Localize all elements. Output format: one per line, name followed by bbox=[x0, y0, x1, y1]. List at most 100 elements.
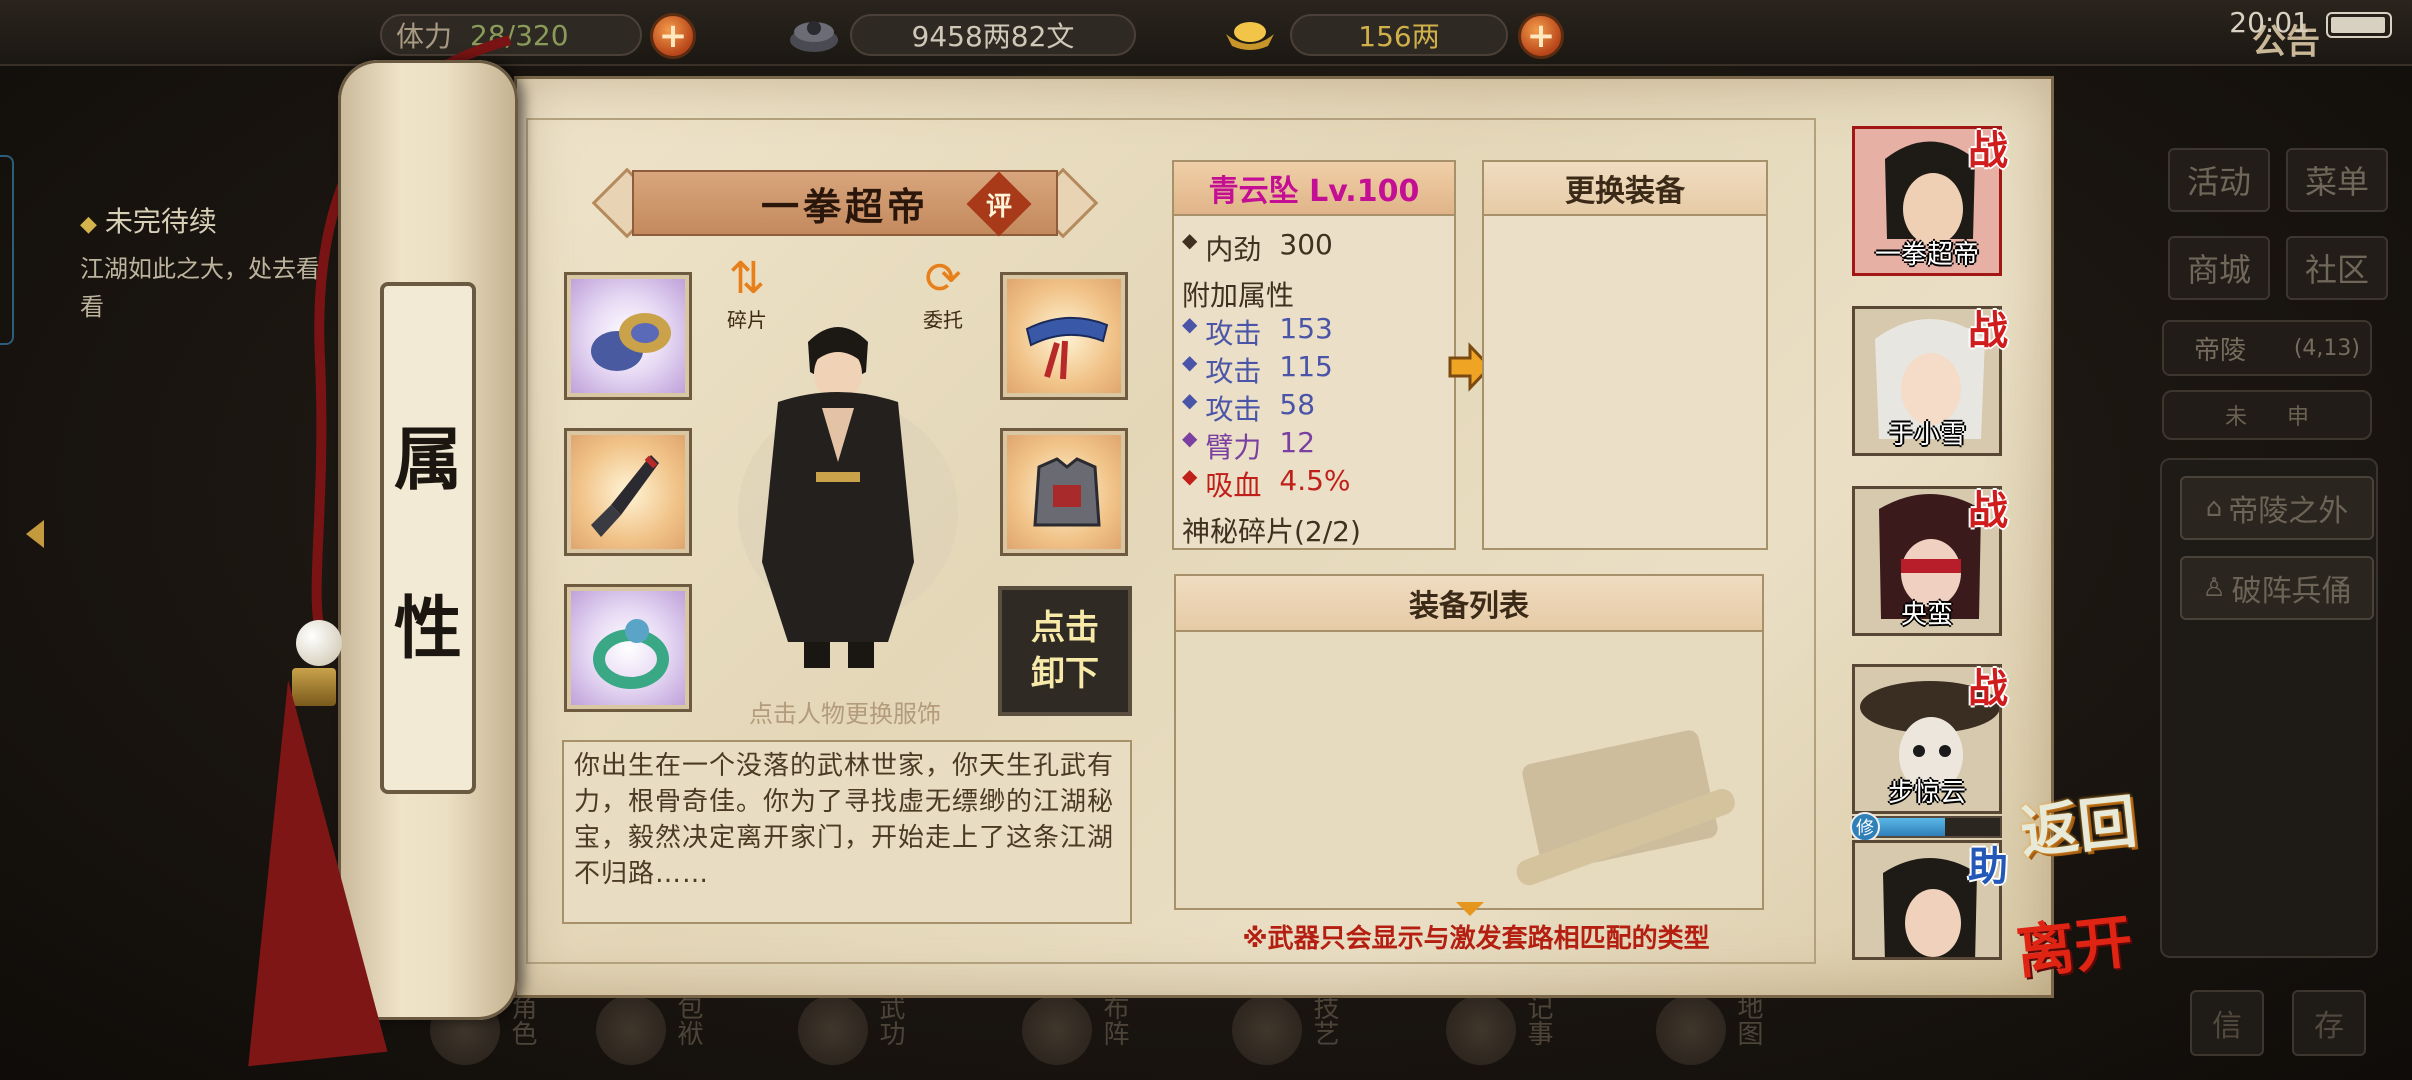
terracotta-soldier-button[interactable]: ♙ 破阵兵俑 bbox=[2180, 556, 2374, 620]
slot-armor[interactable] bbox=[1000, 428, 1128, 556]
person-icon: ♙ bbox=[2202, 573, 2226, 603]
time-compass: 未 申 bbox=[2162, 390, 2372, 440]
stat-row: ◆ 攻击 153 bbox=[1182, 312, 1333, 352]
slot-accessory[interactable] bbox=[564, 584, 692, 712]
stat-base: ◆ 内劲 300 bbox=[1182, 228, 1333, 268]
nav-bag[interactable]: 包袱 bbox=[596, 990, 707, 1070]
money-pill: 9458两82文 bbox=[850, 14, 1136, 56]
party-name: 于小雪 bbox=[1887, 420, 1966, 450]
headband-icon bbox=[1025, 316, 1109, 380]
unequip-line1: 点击 bbox=[1031, 608, 1099, 648]
entrust-cycle-icon: ⟳ bbox=[924, 253, 962, 304]
location-name: 帝陵 bbox=[2194, 335, 2247, 366]
diamond-icon: ◆ bbox=[1182, 388, 1198, 412]
slot-headband[interactable] bbox=[1000, 272, 1128, 400]
battle-badge: 战 bbox=[1968, 127, 2008, 174]
stat-fragment: 神秘碎片(2/2) bbox=[1182, 510, 1361, 550]
armor-icon bbox=[1033, 457, 1101, 527]
stat-fragment-text: 神秘碎片(2/2) bbox=[1182, 515, 1361, 548]
stat-value: 115 bbox=[1279, 350, 1333, 383]
scroll-down-indicator-icon[interactable] bbox=[1456, 902, 1484, 916]
party-name: 央蛮 bbox=[1900, 600, 1953, 630]
blade-icon bbox=[591, 455, 659, 537]
diamond-icon: ◆ bbox=[1182, 228, 1198, 252]
nav-skills[interactable]: 技艺 bbox=[1232, 990, 1343, 1070]
money-value: 9458两82文 bbox=[911, 20, 1075, 53]
skills-icon bbox=[1232, 995, 1302, 1065]
nav-martial[interactable]: 武功 bbox=[798, 990, 909, 1070]
leave-button[interactable]: 离开 bbox=[2012, 894, 2136, 990]
formation-icon bbox=[1022, 995, 1092, 1065]
stat-extra-header: 附加属性 bbox=[1182, 274, 1294, 314]
attribute-tab-char1: 属 bbox=[393, 420, 462, 500]
journal-icon bbox=[1446, 995, 1516, 1065]
tassel-bead bbox=[296, 620, 342, 666]
location-display: 帝陵 (4,13) bbox=[2162, 320, 2372, 376]
nav-map-label: 地图 bbox=[1733, 994, 1763, 1046]
stat-row: ◆ 吸血 4.5% bbox=[1182, 464, 1351, 504]
slot-gauntlet[interactable] bbox=[564, 272, 692, 400]
scroll-watermark-icon bbox=[1516, 730, 1735, 886]
stat-value: 58 bbox=[1279, 388, 1316, 421]
unequip-button[interactable]: 点击 卸下 bbox=[998, 586, 1132, 716]
stat-value: 4.5% bbox=[1279, 464, 1351, 497]
status-clock: 20:01 bbox=[2229, 6, 2310, 39]
community-button[interactable]: 社区 bbox=[2286, 236, 2388, 300]
stat-base-value: 300 bbox=[1279, 228, 1333, 261]
gold-pill: 156两 bbox=[1290, 14, 1508, 56]
nav-bag-label: 包袱 bbox=[673, 994, 703, 1046]
attribute-tab[interactable]: 属 性 bbox=[380, 282, 476, 794]
attribute-tab-char2: 性 bbox=[393, 589, 462, 669]
mail-button[interactable]: 信 bbox=[2190, 990, 2264, 1056]
map-icon bbox=[1656, 995, 1726, 1065]
stat-row: ◆ 攻击 115 bbox=[1182, 350, 1333, 390]
gauntlet-icon bbox=[591, 313, 671, 371]
unequip-line2: 卸下 bbox=[1031, 654, 1099, 694]
menu-button[interactable]: 菜单 bbox=[2286, 148, 2388, 212]
rating-button[interactable]: 评 bbox=[976, 181, 1022, 227]
shop-button[interactable]: 商城 bbox=[2168, 236, 2270, 300]
nav-role-label: 角色 bbox=[507, 994, 537, 1046]
gold-value: 156两 bbox=[1358, 20, 1440, 53]
gold-ingot-icon bbox=[1226, 22, 1274, 50]
collapse-left-arrow-icon[interactable] bbox=[26, 520, 44, 548]
battle-badge: 战 bbox=[1968, 665, 2008, 712]
nav-formation[interactable]: 布阵 bbox=[1022, 990, 1133, 1070]
item-title: 青云坠 Lv.100 bbox=[1172, 160, 1456, 216]
compass-label-b: 申 bbox=[2287, 405, 2310, 430]
change-equipment-title: 更换装备 bbox=[1482, 160, 1768, 216]
add-vitality-button[interactable]: + bbox=[650, 13, 696, 59]
outside-mausoleum-button[interactable]: ⌂ 帝陵之外 bbox=[2180, 476, 2374, 540]
location-coords: (4,13) bbox=[2293, 335, 2360, 361]
nav-formation-label: 布阵 bbox=[1099, 994, 1129, 1046]
nav-martial-label: 武功 bbox=[875, 994, 905, 1046]
left-edge-tab[interactable] bbox=[0, 155, 14, 345]
assist-badge: 助 bbox=[1968, 843, 2008, 890]
cultivation-tag: 修 bbox=[1850, 812, 1880, 842]
diamond-icon: ◆ bbox=[1182, 312, 1198, 336]
nav-map[interactable]: 地图 bbox=[1656, 990, 1767, 1070]
stat-row: ◆ 攻击 58 bbox=[1182, 388, 1315, 428]
equipment-warning: ※武器只会显示与激发套路相匹配的类型 bbox=[1242, 924, 1710, 954]
slot-weapon[interactable] bbox=[564, 428, 692, 556]
stat-name: 攻击 bbox=[1205, 393, 1262, 426]
terracotta-soldier-label: 破阵兵俑 bbox=[2231, 574, 2352, 609]
stat-extra-header-text: 附加属性 bbox=[1182, 279, 1295, 312]
change-equipment-box[interactable] bbox=[1482, 160, 1768, 550]
character-figure[interactable] bbox=[718, 312, 958, 682]
game-screen: 体力 28/320 + 9458两82文 156两 + 公告 20:01 未完待… bbox=[0, 0, 2412, 1080]
stat-name: 吸血 bbox=[1205, 469, 1262, 502]
activity-button[interactable]: 活动 bbox=[2168, 148, 2270, 212]
nav-journal[interactable]: 记事 bbox=[1446, 990, 1557, 1070]
back-button[interactable]: 返回 bbox=[2016, 774, 2140, 870]
battle-badge: 战 bbox=[1968, 307, 2008, 354]
diamond-icon: ◆ bbox=[1182, 464, 1198, 488]
coins-icon bbox=[790, 21, 838, 52]
character-bio: 你出生在一个没落的武林世家，你天生孔武有力，根骨奇佳。你为了寻找虚无缥缈的江湖秘… bbox=[562, 740, 1132, 924]
house-icon: ⌂ bbox=[2205, 493, 2223, 523]
party-name: 步惊云 bbox=[1887, 778, 1966, 808]
add-gold-button[interactable]: + bbox=[1518, 13, 1564, 59]
save-button[interactable]: 存 bbox=[2292, 990, 2366, 1056]
battery-icon bbox=[2326, 12, 2392, 38]
stat-name: 攻击 bbox=[1205, 355, 1262, 388]
